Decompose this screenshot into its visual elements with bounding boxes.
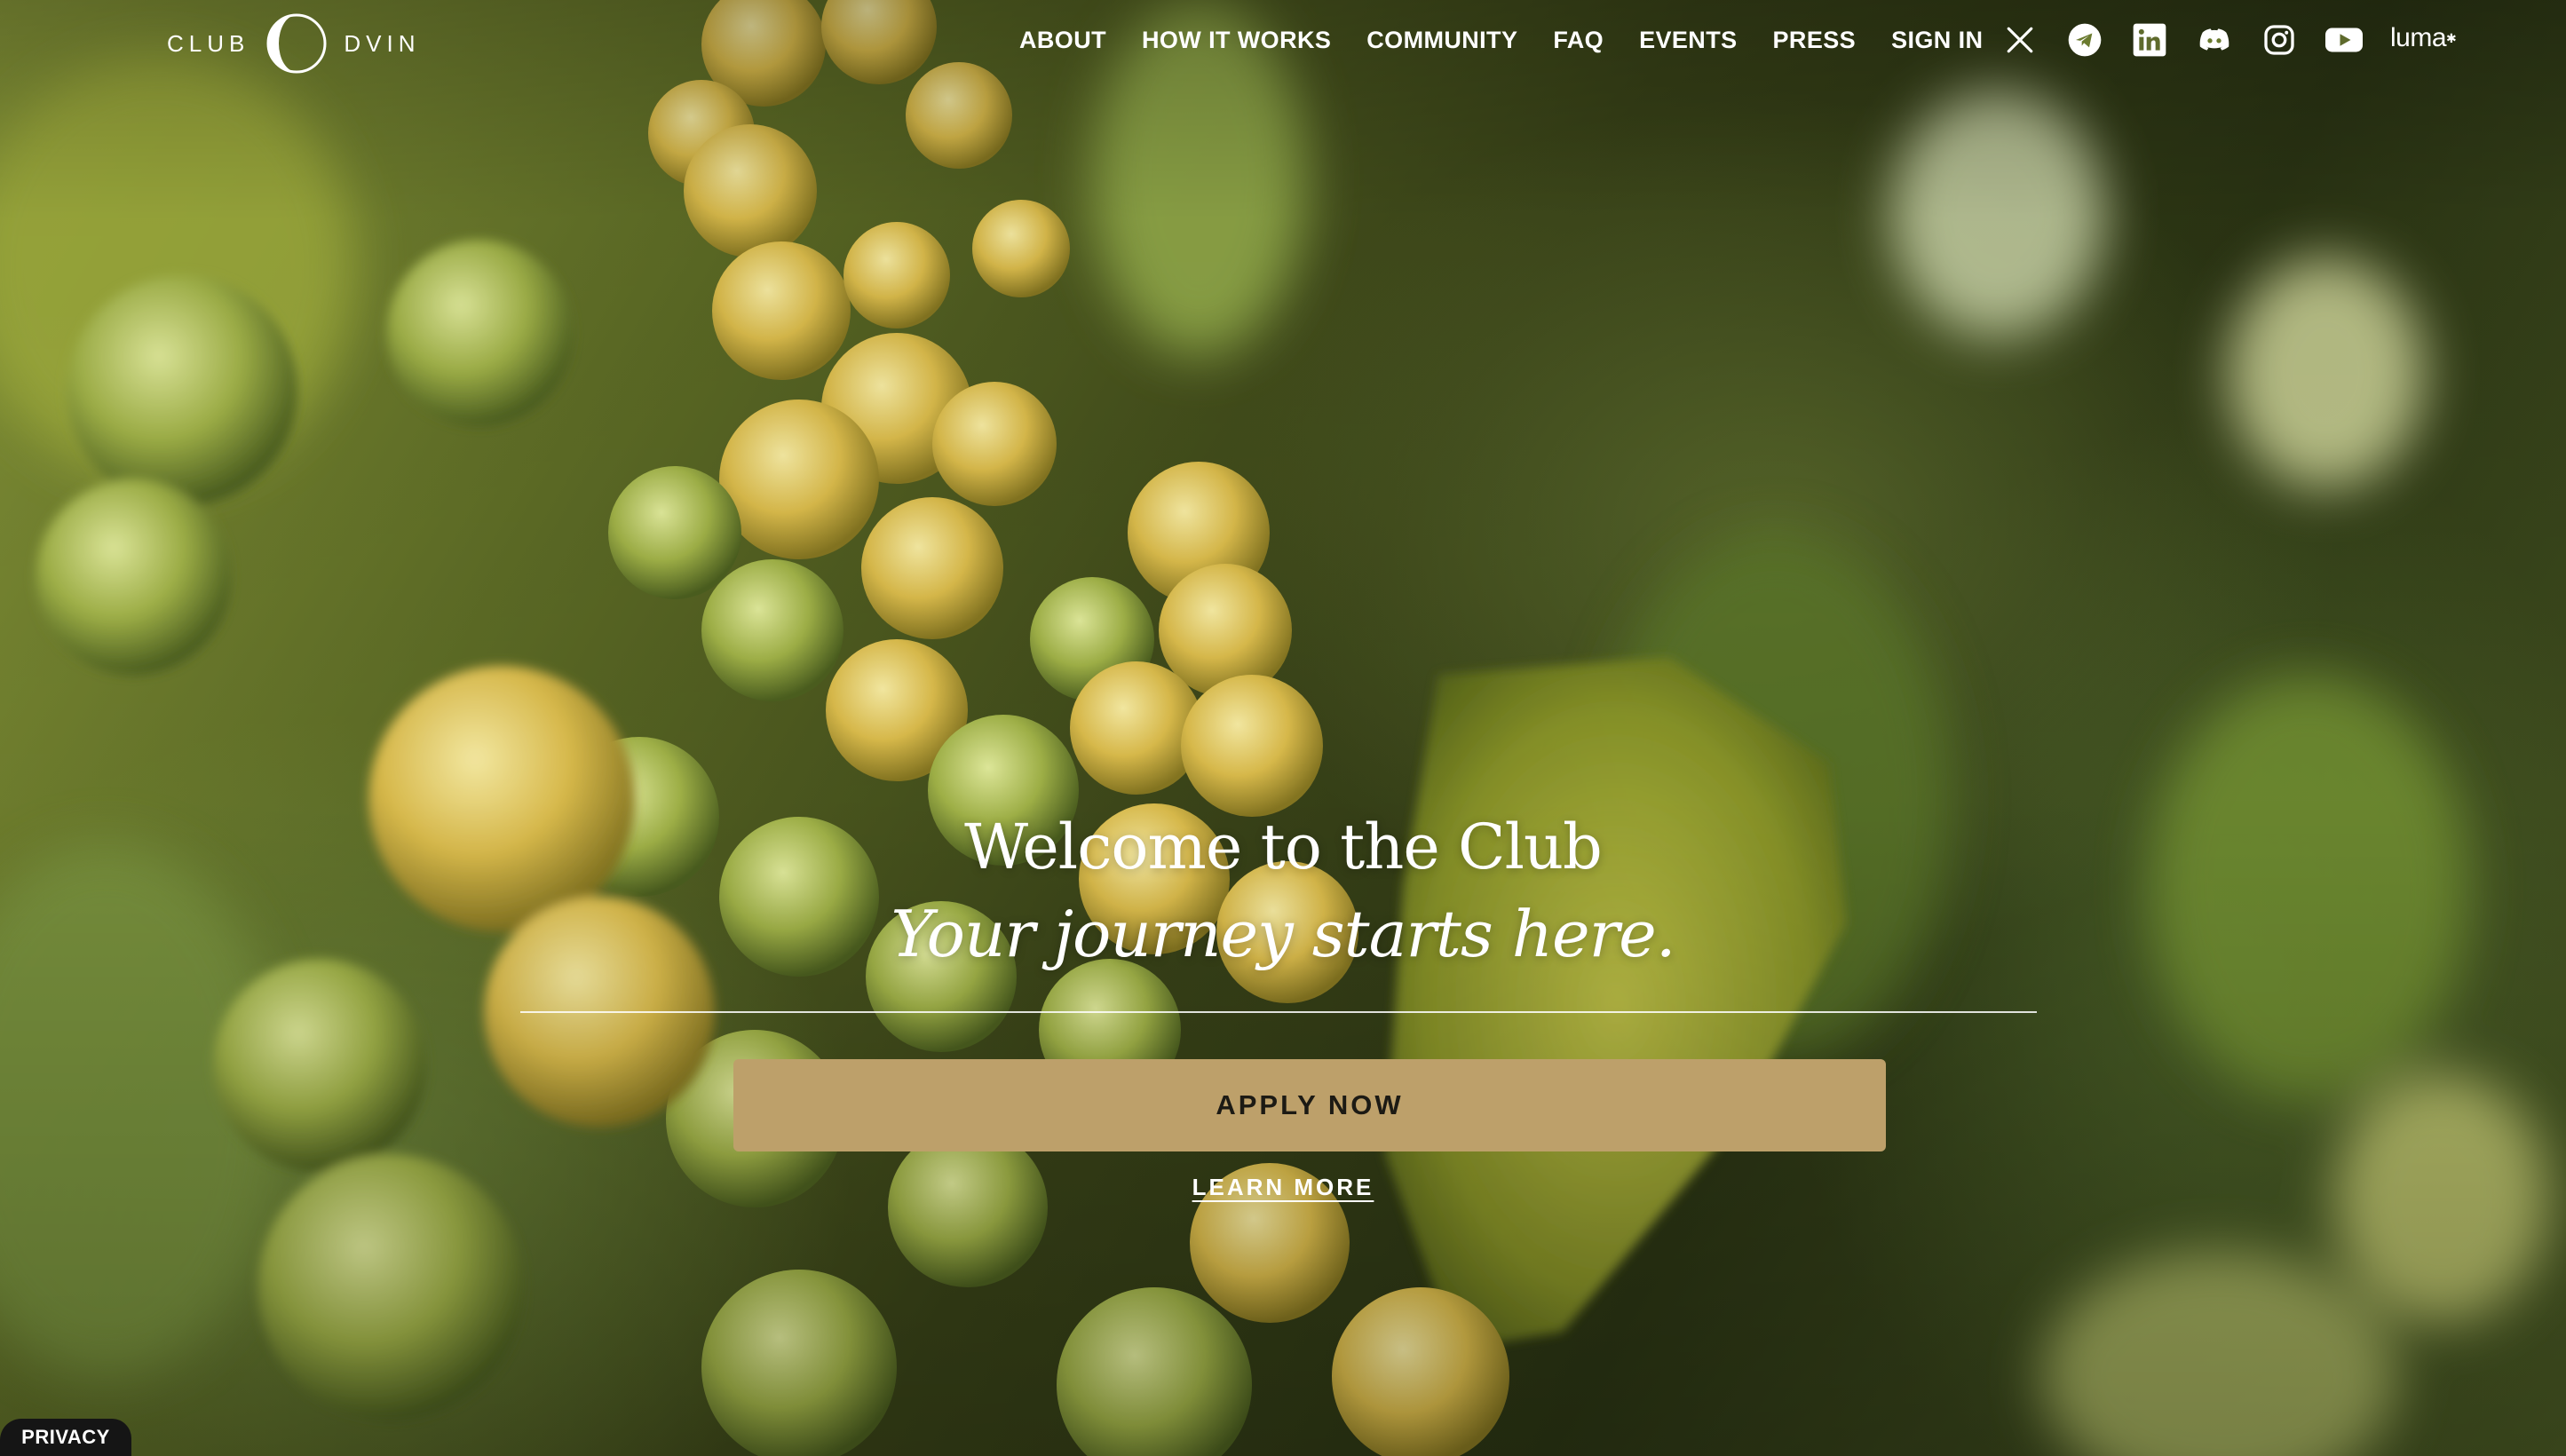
hero-subtitle: Your journey starts here. <box>891 897 1675 971</box>
nav-sign-in[interactable]: SIGN IN <box>1891 27 1983 54</box>
nav-events[interactable]: EVENTS <box>1639 27 1737 54</box>
luma-link[interactable]: luma ✱ <box>2390 20 2457 57</box>
social-links: luma ✱ <box>2001 20 2457 59</box>
hero-title: Welcome to the Club <box>964 811 1603 883</box>
logo-word-left: CLUB <box>167 29 250 57</box>
logo-word-right: DVIN <box>344 29 421 57</box>
youtube-icon[interactable] <box>2325 21 2363 59</box>
nav-press[interactable]: PRESS <box>1773 27 1857 54</box>
learn-more-link[interactable]: LEARN MORE <box>1192 1174 1374 1200</box>
main-nav: ABOUT HOW IT WORKS COMMUNITY FAQ EVENTS … <box>1019 27 1983 54</box>
telegram-icon[interactable] <box>2066 21 2103 59</box>
instagram-icon[interactable] <box>2261 21 2298 59</box>
logo-moon-mark-icon <box>266 13 327 74</box>
linkedin-icon[interactable] <box>2131 21 2168 59</box>
club-dvin-logo[interactable]: CLUB DVIN <box>167 12 420 75</box>
luma-label: luma <box>2390 23 2447 52</box>
learn-more-container: LEARN MORE <box>0 1174 2566 1201</box>
discord-icon[interactable] <box>2196 21 2233 59</box>
privacy-button[interactable]: PRIVACY <box>0 1419 131 1456</box>
luma-asterisk-icon: ✱ <box>2446 30 2457 45</box>
hero-background-image <box>0 0 2566 1456</box>
x-icon[interactable] <box>2001 21 2039 59</box>
nav-faq[interactable]: FAQ <box>1553 27 1604 54</box>
site-header: CLUB DVIN ABOUT HOW IT WORKS COMMUNITY F… <box>0 0 2566 82</box>
hero-divider <box>520 1011 2037 1013</box>
nav-community[interactable]: COMMUNITY <box>1366 27 1517 54</box>
nav-about[interactable]: ABOUT <box>1019 27 1106 54</box>
nav-how-it-works[interactable]: HOW IT WORKS <box>1142 27 1331 54</box>
apply-now-button[interactable]: APPLY NOW <box>733 1059 1886 1151</box>
